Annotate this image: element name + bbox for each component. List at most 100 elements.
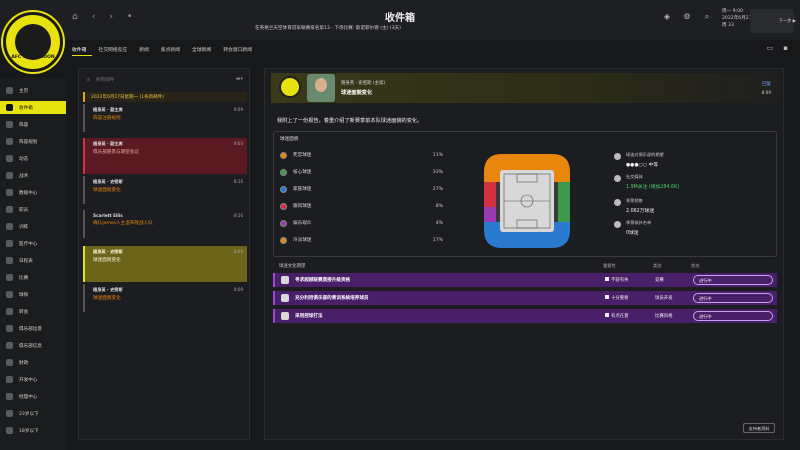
inbox-icon — [6, 104, 13, 111]
reply-button[interactable]: 回复 — [762, 81, 771, 87]
sidebar-item-label: 阵容规划 — [19, 139, 38, 145]
vision-icon — [6, 325, 13, 332]
expectation-row[interactable]: 采用控球打法 有点在意 比赛风格 进行中 — [273, 309, 777, 323]
stat-label: 季票销售 — [626, 198, 643, 203]
sidebar-item-label: 23岁以下 — [19, 411, 39, 417]
sidebar-item-dev-centre[interactable]: 开发中心 — [0, 373, 66, 386]
sidebar-item-u23[interactable]: 23岁以下 — [0, 407, 66, 420]
search-icon[interactable]: ⌕ — [702, 12, 712, 22]
message-time: 9:03 — [234, 141, 243, 146]
expectation-status: 进行中 — [693, 275, 773, 285]
sidebar-item-label: 俱乐部远景 — [19, 326, 42, 332]
fan-segment-row[interactable]: 娱乐观众 4% — [280, 218, 450, 228]
sidebar-item-label: 数据中心 — [19, 190, 38, 196]
list-item-selected[interactable]: 随身英 · 史密斯 球迷面貌变化 8:09 — [83, 246, 247, 282]
waiting-list-stat: 季票候补名单 0球迷 — [614, 220, 774, 242]
sidebar-item-medical[interactable]: 医疗中心 — [0, 237, 66, 250]
importance-label: 有点在意 — [611, 314, 629, 319]
sidebar-item-label: 财政 — [19, 360, 29, 366]
sidebar-item-squad[interactable]: 阵容 — [0, 118, 66, 131]
supporter-profile-button[interactable]: 支持者资料 — [743, 423, 775, 433]
sidebar-item-label: 日程表 — [19, 258, 33, 264]
sidebar-item-label: 动态 — [19, 156, 29, 162]
sidebar-item-tactics[interactable]: 战术 — [0, 169, 66, 182]
tab-social[interactable]: 社交网络反应 — [98, 44, 133, 56]
training-icon — [6, 223, 13, 230]
youth-icon — [281, 294, 289, 302]
fan-segment-row[interactable]: 死忠球迷 11% — [280, 150, 450, 160]
list-item[interactable]: 随身英 · 史密斯 球迷面貌变化 8:16 — [83, 176, 247, 204]
message-from: 随身英 · 史密斯 — [93, 249, 123, 254]
sidebar-item-home[interactable]: 主页 — [0, 84, 66, 97]
page-subtitle: 在英格兰天空体育冠军联赛排名第13 - 下场比赛: 斯诺菲尔德 (主) (3天) — [255, 26, 401, 31]
stat-value: ●●●○○ 中等 — [626, 163, 659, 168]
expectations-header: 球迷文化期望 重要性 类别 状态 — [273, 262, 777, 271]
sidebar-item-label: 开发中心 — [19, 377, 38, 383]
sidebar-item-club-info[interactable]: 俱乐部信息 — [0, 339, 66, 352]
sidebar-item-transfers[interactable]: 转会 — [0, 305, 66, 318]
sidebar-item-label: 转会 — [19, 309, 29, 315]
date-group-header[interactable]: 2022年6月27日星期一 (1条新邮件) — [83, 92, 247, 102]
dynamics-icon — [6, 155, 13, 162]
sidebar-item-schedule[interactable]: 日程表 — [0, 254, 66, 267]
filter-toggle-icon[interactable]: ▬▾ — [236, 76, 243, 82]
message-header: 随身英 · 史密斯 (主席) 球迷面貌变化 回复 8:09 — [271, 73, 779, 103]
segment-color-icon — [280, 202, 287, 210]
sidebar: 主页 收件箱 阵容 阵容规划 动态 战术 数据中心 职员 训练 医疗中心 日程表… — [0, 78, 66, 450]
tab-transfer-news[interactable]: 转会窗口新闻 — [223, 44, 258, 56]
sidebar-item-scouting[interactable]: 球探 — [0, 288, 66, 301]
tab-focus-news[interactable]: 焦点新闻 — [161, 44, 186, 56]
sidebar-item-competitions[interactable]: 比赛 — [0, 271, 66, 284]
club-logo[interactable]: AFC WIMBLEDON — [3, 12, 63, 72]
tab-news[interactable]: 新闻 — [139, 44, 155, 56]
sidebar-item-squad-planner[interactable]: 阵容规划 — [0, 135, 66, 148]
list-item[interactable]: Scarlett Ellis 确认James入主温布顿战入队 8:16 — [83, 210, 247, 238]
message-from: Scarlett Ellis — [93, 213, 123, 218]
sidebar-item-staff[interactable]: 职员 — [0, 203, 66, 216]
expectation-row[interactable]: 充分利用俱乐部的青训系统培养球员 十分重要 球员开发 进行中 — [273, 291, 777, 305]
expectation-category: 球员开发 — [655, 296, 673, 301]
sidebar-item-inbox[interactable]: 收件箱 — [0, 101, 66, 114]
message-from: 随身英 · 史密斯 — [93, 179, 123, 184]
staff-icon — [6, 206, 13, 213]
segment-name: 冷淡球迷 — [293, 238, 312, 243]
sidebar-item-label: 主页 — [19, 88, 29, 94]
expectation-importance: 十分重要 — [605, 295, 629, 301]
tab-inbox[interactable]: 收件箱 — [72, 44, 93, 56]
social-stat: 社交媒体 1.9M关注 (增加284.6K) — [614, 174, 774, 196]
col-category[interactable]: 类别 — [653, 263, 661, 269]
transfer-icon — [6, 308, 13, 315]
list-item[interactable]: 随身英 · 副主席 阵容注册规则 9:09 — [83, 104, 247, 132]
scouting-icon — [6, 291, 13, 298]
pin-icon[interactable]: ▪ — [783, 44, 788, 52]
dev-icon — [6, 376, 13, 383]
u18-icon — [6, 427, 13, 434]
sidebar-item-dynamics[interactable]: 动态 — [0, 152, 66, 165]
segment-name: 家族球迷 — [293, 187, 312, 192]
chat-icon[interactable]: ▭ — [767, 44, 774, 52]
fan-segment-row[interactable]: 冷淡球迷 17% — [280, 235, 450, 245]
sidebar-item-finances[interactable]: 财政 — [0, 356, 66, 369]
col-status[interactable]: 状态 — [691, 263, 699, 269]
tab-global-news[interactable]: 全球新闻 — [192, 44, 217, 56]
header-from[interactable]: 随身英 · 史密斯 (主席) — [341, 80, 385, 86]
col-importance[interactable]: 重要性 — [603, 263, 616, 269]
logo-text: AFC WIMBLEDON — [11, 55, 55, 60]
sender-avatar[interactable] — [307, 74, 335, 102]
fan-segment-row[interactable]: 家族球迷 27% — [280, 184, 450, 194]
sidebar-item-club-vision[interactable]: 俱乐部远景 — [0, 322, 66, 335]
expectation-row[interactable]: 寻求超越联赛直接升级资格 不容有失 竞赛 进行中 — [273, 273, 777, 287]
fan-segment-row[interactable]: 跟风球迷 8% — [280, 201, 450, 211]
sidebar-item-manager[interactable]: 经理中心 — [0, 390, 66, 403]
list-item[interactable]: 随身英 · 史密斯 球迷面貌变化 8:09 — [83, 284, 247, 312]
shield-icon[interactable]: ◈ — [662, 12, 672, 22]
list-item[interactable]: 随身英 · 副主席 俱乐部愿景与期望会议 9:03 — [83, 138, 247, 174]
tab-bar: 收件箱 社交网络反应 新闻 焦点新闻 全球新闻 转会窗口新闻 — [72, 44, 264, 56]
sidebar-item-data-hub[interactable]: 数据中心 — [0, 186, 66, 199]
segment-name: 核心球迷 — [293, 170, 312, 175]
sidebar-item-training[interactable]: 训练 — [0, 220, 66, 233]
fan-segment-row[interactable]: 核心球迷 33% — [280, 167, 450, 177]
sidebar-item-u18[interactable]: 18岁以下 — [0, 424, 66, 437]
search-input[interactable] — [96, 75, 226, 86]
gear-icon[interactable]: ⚙ — [682, 12, 692, 22]
